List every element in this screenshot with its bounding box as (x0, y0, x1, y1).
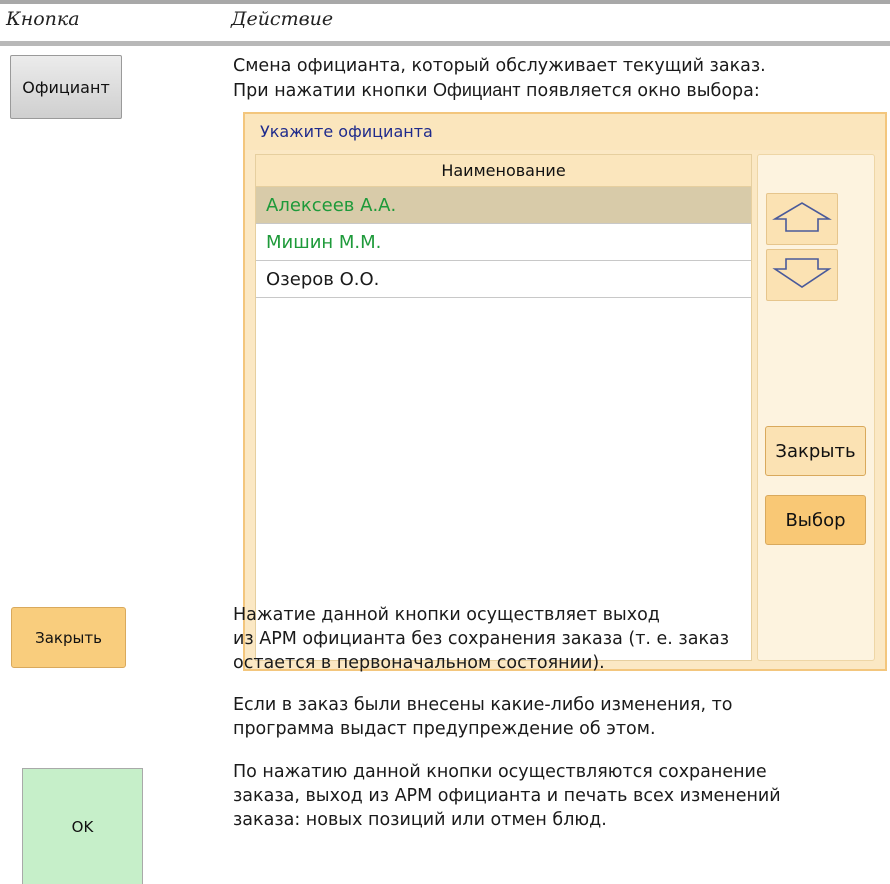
dialog-select-button[interactable]: Выбор (765, 495, 866, 545)
waiter-desc-line2: При нажатии кнопки Официант появляется о… (233, 78, 766, 103)
waiter-desc-prefix: При нажатии кнопки (233, 81, 434, 101)
dialog-close-button[interactable]: Закрыть (765, 426, 866, 476)
close-description: Нажатие данной кнопки осуществляет выход… (233, 603, 729, 675)
header-rule (0, 41, 890, 46)
dialog-side-panel: Закрыть Выбор (757, 154, 875, 661)
ok-desc-line1: По нажатию данной кнопки осуществляются … (233, 762, 767, 782)
waiter-list: Наименование Алексеев А.А. Мишин М.М. Оз… (255, 154, 752, 661)
arrow-down-icon (771, 255, 833, 295)
scroll-down-button[interactable] (766, 249, 838, 301)
list-item-name: Озеров О.О. (266, 268, 380, 290)
close-button[interactable]: Закрыть (11, 607, 126, 668)
close-desc-line2: из АРМ официанта без сохранения заказа (… (233, 629, 730, 649)
list-item-name: Мишин М.М. (266, 231, 382, 253)
close-warning: Если в заказ были внесены какие-либо изм… (233, 693, 733, 741)
arrow-up-icon (771, 199, 833, 239)
waiter-desc-line1: Смена официанта, который обслуживает тек… (233, 56, 766, 76)
list-item[interactable]: Алексеев А.А. (256, 187, 751, 224)
header-action-column: Действие (231, 8, 334, 30)
ok-button[interactable]: OK (22, 768, 143, 884)
ok-desc-line3: заказа: новых позиций или отмен блюд. (233, 810, 607, 830)
header-button-column: Кнопка (6, 8, 80, 30)
waiter-button[interactable]: Официант (10, 55, 122, 119)
list-item-name: Алексеев А.А. (266, 194, 397, 216)
list-item[interactable]: Мишин М.М. (256, 224, 751, 261)
close-desc-line3: остается в первоначальном состоянии). (233, 653, 605, 673)
top-rule (0, 0, 890, 4)
close-warning-line2: программа выдаст предупреждение об этом. (233, 719, 656, 739)
ok-description: По нажатию данной кнопки осуществляются … (233, 760, 781, 832)
select-waiter-dialog: Укажите официанта Наименование Алексеев … (243, 112, 887, 671)
list-item[interactable]: Озеров О.О. (256, 261, 751, 298)
list-column-header: Наименование (256, 155, 751, 187)
dialog-title: Укажите официанта (260, 122, 433, 141)
waiter-desc-button-ref: Официант (433, 80, 521, 100)
close-warning-line1: Если в заказ были внесены какие-либо изм… (233, 695, 733, 715)
waiter-description: Смена официанта, который обслуживает тек… (233, 54, 766, 103)
scroll-up-button[interactable] (766, 193, 838, 245)
close-desc-line1: Нажатие данной кнопки осуществляет выход (233, 605, 660, 625)
waiter-desc-suffix: появляется окно выбора: (520, 81, 760, 101)
ok-desc-line2: заказа, выход из АРМ официанта и печать … (233, 786, 781, 806)
